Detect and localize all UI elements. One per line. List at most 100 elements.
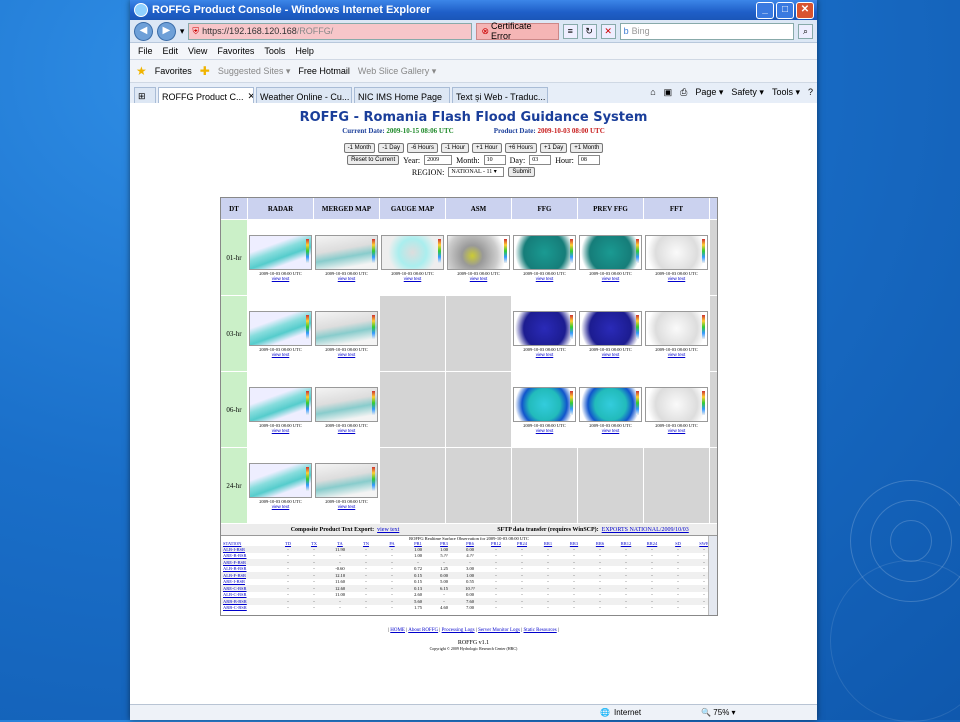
view-text-link[interactable]: view text bbox=[272, 352, 290, 357]
map-thumbnail[interactable] bbox=[249, 310, 312, 346]
view-text-link[interactable]: view text bbox=[272, 428, 290, 433]
tab-close-icon[interactable]: ✕ bbox=[248, 91, 253, 102]
tools-menu[interactable]: Tools ▾ bbox=[772, 87, 800, 98]
region-select[interactable]: NATIONAL - 11 ▾ bbox=[448, 167, 505, 177]
station-link[interactable]: ALB-F-BSR bbox=[221, 573, 275, 578]
obs-column-header[interactable]: RR3 bbox=[561, 541, 587, 546]
back-button[interactable]: ◀ bbox=[134, 21, 153, 41]
nav-button[interactable]: -6 Hours bbox=[406, 143, 438, 153]
obs-scrollbar[interactable] bbox=[708, 536, 717, 615]
view-text-link[interactable]: view text bbox=[602, 428, 620, 433]
nav-button[interactable]: -1 Day bbox=[378, 143, 404, 153]
station-link[interactable]: ALB-C-BSR bbox=[221, 592, 275, 597]
product-cell[interactable]: 2009-10-03 08:00 UTC view text bbox=[512, 220, 578, 295]
station-link[interactable]: ARE-C-BSR bbox=[221, 586, 275, 591]
add-favorite-icon[interactable]: ✚ bbox=[200, 64, 210, 78]
view-text-link[interactable]: view text bbox=[338, 276, 356, 281]
footer-link[interactable]: About ROFFG bbox=[408, 628, 438, 633]
menu-item-view[interactable]: View bbox=[188, 46, 207, 56]
map-thumbnail[interactable] bbox=[249, 386, 312, 422]
product-cell[interactable]: 2009-10-03 08:00 UTC view text bbox=[314, 220, 380, 295]
product-cell[interactable]: 2009-10-03 08:00 UTC view text bbox=[248, 220, 314, 295]
fav-free-hotmail[interactable]: Free Hotmail bbox=[298, 66, 350, 76]
map-thumbnail[interactable] bbox=[579, 386, 642, 422]
map-thumbnail[interactable] bbox=[315, 234, 378, 270]
certificate-error-button[interactable]: ⊗ Certificate Error bbox=[476, 21, 559, 41]
feeds-icon[interactable]: ▣ bbox=[664, 87, 673, 98]
view-text-link[interactable]: view text bbox=[602, 352, 620, 357]
product-cell[interactable]: 2009-10-03 08:00 UTC view text bbox=[644, 372, 710, 447]
obs-column-header[interactable]: PR6 bbox=[457, 541, 483, 546]
nav-button[interactable]: +1 Hour bbox=[471, 143, 502, 153]
map-thumbnail[interactable] bbox=[315, 386, 378, 422]
product-cell[interactable]: 2009-10-03 08:00 UTC view text bbox=[248, 296, 314, 371]
menu-item-edit[interactable]: Edit bbox=[163, 46, 179, 56]
map-thumbnail[interactable] bbox=[513, 386, 576, 422]
obs-column-header[interactable]: RR1 bbox=[535, 541, 561, 546]
obs-column-header[interactable]: PR3 bbox=[431, 541, 457, 546]
product-cell[interactable]: 2009-10-03 08:00 UTC view text bbox=[578, 296, 644, 371]
nav-button[interactable]: +6 Hours bbox=[504, 143, 538, 153]
map-thumbnail[interactable] bbox=[645, 234, 708, 270]
obs-column-header[interactable]: RR24 bbox=[639, 541, 665, 546]
history-dropdown-icon[interactable]: ▾ bbox=[180, 26, 185, 37]
footer-link[interactable]: Static Resources bbox=[524, 628, 557, 633]
view-text-link[interactable]: view text bbox=[668, 352, 686, 357]
product-cell[interactable]: 2009-10-03 08:00 UTC view text bbox=[512, 372, 578, 447]
map-thumbnail[interactable] bbox=[381, 234, 444, 270]
product-cell[interactable]: 2009-10-03 08:00 UTC view text bbox=[314, 372, 380, 447]
map-thumbnail[interactable] bbox=[249, 462, 312, 498]
product-cell[interactable]: 2009-10-03 08:00 UTC view text bbox=[248, 372, 314, 447]
view-text-link[interactable]: view text bbox=[338, 428, 356, 433]
obs-column-header[interactable]: TA bbox=[327, 541, 353, 546]
view-text-link[interactable]: view text bbox=[536, 352, 554, 357]
obs-column-header[interactable]: PR12 bbox=[483, 541, 509, 546]
footer-link[interactable]: Server Monitor Logs bbox=[478, 628, 520, 633]
stop-icon[interactable]: ✕ bbox=[600, 23, 616, 39]
obs-column-header[interactable]: SD bbox=[665, 541, 691, 546]
product-cell[interactable]: 2009-10-03 08:00 UTC view text bbox=[578, 372, 644, 447]
product-cell[interactable]: 2009-10-03 08:00 UTC view text bbox=[380, 220, 446, 295]
view-text-link[interactable]: view text bbox=[536, 276, 554, 281]
view-text-link[interactable]: view text bbox=[668, 428, 686, 433]
menu-item-help[interactable]: Help bbox=[295, 46, 314, 56]
favorites-button[interactable]: Favorites bbox=[155, 66, 192, 76]
year-field[interactable]: 2009 bbox=[424, 155, 453, 165]
reset-to-current-button[interactable]: Reset to Current bbox=[347, 155, 400, 165]
day-field[interactable]: 03 bbox=[529, 155, 552, 165]
map-thumbnail[interactable] bbox=[513, 310, 576, 346]
forward-button[interactable]: ▶ bbox=[156, 21, 176, 41]
obs-column-header[interactable]: STATION bbox=[221, 541, 275, 546]
nav-button[interactable]: +1 Day bbox=[540, 143, 568, 153]
view-text-link[interactable]: view text bbox=[602, 276, 620, 281]
map-thumbnail[interactable] bbox=[645, 310, 708, 346]
obs-column-header[interactable]: RR12 bbox=[613, 541, 639, 546]
sftp-export-link[interactable]: EXPORTS NATIONAL/2009/10/03 bbox=[602, 527, 689, 533]
station-link[interactable]: ARE-B-BSR bbox=[221, 553, 275, 558]
obs-column-header[interactable]: TX bbox=[301, 541, 327, 546]
close-button[interactable]: ✕ bbox=[796, 1, 814, 19]
help-icon[interactable]: ? bbox=[808, 87, 813, 98]
map-thumbnail[interactable] bbox=[315, 310, 378, 346]
obs-column-header[interactable]: PA bbox=[379, 541, 405, 546]
obs-column-header[interactable]: PR1 bbox=[405, 541, 431, 546]
map-thumbnail[interactable] bbox=[579, 310, 642, 346]
print-icon[interactable]: ⎙ bbox=[680, 87, 687, 98]
map-thumbnail[interactable] bbox=[447, 234, 510, 270]
product-cell[interactable]: 2009-10-03 08:00 UTC view text bbox=[644, 220, 710, 295]
compat-view-icon[interactable]: ≡ bbox=[562, 23, 578, 39]
month-field[interactable]: 10 bbox=[483, 155, 506, 165]
product-cell[interactable]: 2009-10-03 08:00 UTC view text bbox=[314, 296, 380, 371]
product-cell[interactable]: 2009-10-03 08:00 UTC view text bbox=[446, 220, 512, 295]
view-text-link[interactable]: view text bbox=[536, 428, 554, 433]
nav-button[interactable]: +1 Month bbox=[570, 143, 604, 153]
hour-field[interactable]: 08 bbox=[577, 155, 600, 165]
export-view-text-link[interactable]: view text bbox=[377, 527, 399, 533]
product-cell[interactable]: 2009-10-03 08:00 UTC view text bbox=[314, 448, 380, 523]
map-thumbnail[interactable] bbox=[645, 386, 708, 422]
station-link[interactable]: ARE-F-BSR bbox=[221, 560, 275, 565]
search-input[interactable]: b Bing bbox=[619, 22, 795, 40]
menu-item-favorites[interactable]: Favorites bbox=[217, 46, 254, 56]
station-link[interactable]: ARB-C-BSR bbox=[221, 605, 275, 610]
product-cell[interactable]: 2009-10-03 08:00 UTC view text bbox=[644, 296, 710, 371]
